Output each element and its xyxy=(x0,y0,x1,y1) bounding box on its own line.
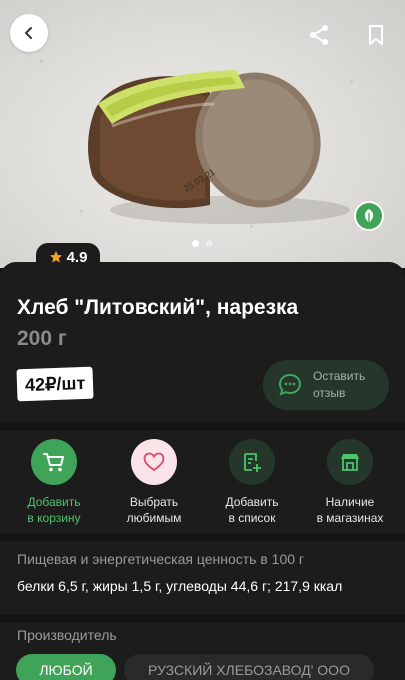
list-icon-circle xyxy=(229,439,275,485)
manufacturer-heading: Производитель xyxy=(17,627,117,643)
chat-bubble-icon xyxy=(278,373,302,396)
nutrition-heading: Пищевая и энергетическая ценность в 100 … xyxy=(17,551,305,567)
bookmark-icon xyxy=(369,25,383,45)
add-to-list-button[interactable]: Добавить в список xyxy=(202,439,302,526)
product-image[interactable]: 25.03.21 xyxy=(0,0,405,268)
price-tag: 42₽/шт xyxy=(16,366,94,402)
store-icon-circle xyxy=(327,439,373,485)
manufacturer-chip[interactable]: РУЗСКИЙ ХЛЕБОЗАВОД' ООО xyxy=(124,654,374,680)
pager-dot[interactable] xyxy=(206,240,213,247)
rating-badge: 4.9 xyxy=(36,243,100,271)
share-icon xyxy=(310,25,328,45)
pager-dot[interactable] xyxy=(192,240,199,247)
star-icon xyxy=(49,251,62,263)
review-label-line1: Оставить xyxy=(313,369,366,383)
heart-icon-circle xyxy=(131,439,177,485)
review-label-line2: отзыв xyxy=(313,386,346,400)
eco-badge xyxy=(354,201,384,231)
action-label: Наличие xyxy=(325,495,375,509)
cart-icon xyxy=(43,453,64,472)
action-label: в список xyxy=(228,511,276,525)
actions-bar: Добавить в корзину Выбрать любимым Добав… xyxy=(0,431,405,533)
action-label: в корзину xyxy=(27,511,81,525)
nutrition-text: белки 6,5 г, жиры 1,5 г, углеводы 44,6 г… xyxy=(17,578,343,594)
bread-illustration: 25.03.21 xyxy=(88,70,350,224)
favorite-button[interactable]: Выбрать любимым xyxy=(104,439,204,526)
store-icon xyxy=(341,454,359,471)
chevron-left-icon xyxy=(25,27,32,39)
nutrition-section: Пищевая и энергетическая ценность в 100 … xyxy=(0,541,405,615)
action-label: в магазинах xyxy=(316,511,384,525)
product-weight: 200 г xyxy=(17,327,67,350)
share-button[interactable] xyxy=(306,22,332,48)
manufacturer-section: Производитель ЛЮБОЙ РУЗСКИЙ ХЛЕБОЗАВОД' … xyxy=(0,623,405,680)
list-add-icon xyxy=(244,453,261,472)
heart-icon xyxy=(143,452,165,472)
cart-icon-circle xyxy=(31,439,77,485)
product-title: Хлеб "Литовский", нарезка xyxy=(17,296,299,319)
action-label: Добавить xyxy=(225,495,279,509)
rating-value: 4.9 xyxy=(66,248,88,266)
leaf-icon xyxy=(364,209,374,223)
action-label: любимым xyxy=(126,511,182,525)
back-button[interactable] xyxy=(10,14,48,52)
action-label: Выбрать xyxy=(129,495,179,509)
manufacturer-chip-any[interactable]: ЛЮБОЙ xyxy=(16,654,116,680)
product-screen: 25.03.21 4.9 Хлеб "Литовский", нарезка 2… xyxy=(0,0,405,680)
add-to-cart-button[interactable]: Добавить в корзину xyxy=(4,439,104,526)
store-availability-button[interactable]: Наличие в магазинах xyxy=(300,439,400,526)
action-label: Добавить xyxy=(27,495,81,509)
leave-review-button[interactable]: Оставить отзыв xyxy=(263,360,389,410)
bookmark-button[interactable] xyxy=(363,22,389,48)
